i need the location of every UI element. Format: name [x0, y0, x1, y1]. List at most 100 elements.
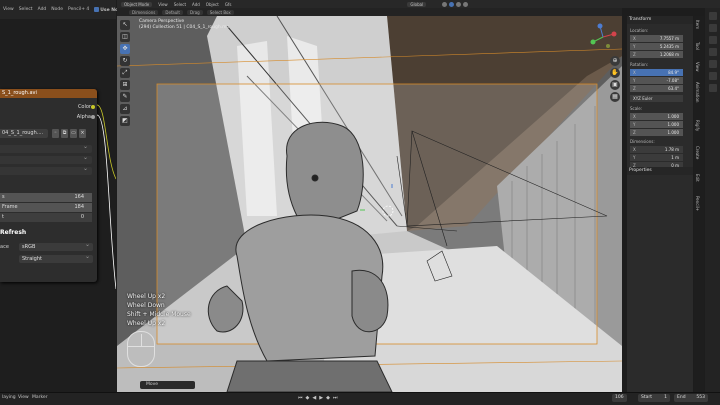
object-props-icon[interactable]	[708, 60, 717, 68]
vp-menu-object[interactable]: Object	[206, 2, 219, 7]
start-frame-field[interactable]: Start 1	[638, 394, 670, 402]
start-frame-field[interactable]: Frame 184	[0, 203, 92, 212]
modifier-props-icon[interactable]	[708, 72, 717, 80]
tab-view[interactable]: View	[695, 62, 700, 72]
location-z-field[interactable]: Z 1.2068 m	[630, 51, 683, 58]
measure-tool-icon[interactable]: ⊿	[120, 104, 130, 114]
scale-y-field[interactable]: Y 1.000	[630, 121, 683, 128]
current-frame-field[interactable]: 106	[612, 394, 627, 402]
properties-panel-header[interactable]: Properties	[627, 167, 693, 175]
mouse-icon	[127, 331, 155, 367]
duplicate-icon[interactable]: ⧉	[61, 129, 68, 138]
mode-selector[interactable]: Object Mode	[121, 1, 153, 7]
rendered-shading-icon[interactable]	[463, 1, 469, 7]
rotation-mode-select[interactable]: XYZ Euler	[630, 95, 683, 102]
node-editor[interactable]: S_1_rough.avi Color Alpha 04_S_1_rough..…	[0, 19, 116, 392]
transform-tool-icon[interactable]: ⊞	[120, 80, 130, 90]
properties-editor-strip	[705, 8, 720, 392]
play-reverse-icon[interactable]: ◀	[312, 395, 316, 401]
rotation-x-field[interactable]: X 84.9°	[630, 69, 683, 76]
select-box-tool-icon[interactable]: ◫	[120, 32, 130, 42]
end-frame-field[interactable]: End 553	[674, 394, 708, 402]
auto-refresh-label[interactable]: Refresh	[0, 229, 26, 236]
alpha-mode-select[interactable]: Straight	[19, 253, 93, 263]
render-props-icon[interactable]	[708, 12, 717, 20]
socket-color[interactable]	[91, 105, 95, 109]
screencast-keys: Wheel Up x2 Wheel Down Shift + Middle Mo…	[127, 293, 191, 327]
dimension-x-field[interactable]: X 1.78 m	[630, 146, 683, 153]
scene-props-icon[interactable]	[708, 36, 717, 44]
menu-pencil-plus[interactable]: Pencil+ 4	[68, 7, 89, 12]
dropdown-3[interactable]	[0, 165, 92, 175]
vp-menu-gfs[interactable]: Gfs	[225, 2, 232, 7]
play-icon[interactable]: ▶	[319, 395, 323, 401]
3d-viewport[interactable]: ↖ ◫ ✥ ↻ ⤢ ⊞ ✎ ⊿ ◩ Camera Perspective (29…	[117, 16, 622, 392]
scale-tool-icon[interactable]: ⤢	[120, 68, 130, 78]
dropdown-1[interactable]	[0, 143, 92, 153]
rotate-tool-icon[interactable]: ↻	[120, 56, 130, 66]
camera-view-icon[interactable]: ▣	[610, 80, 620, 90]
material-shading-icon[interactable]	[456, 1, 462, 7]
solid-shading-icon[interactable]	[449, 1, 455, 7]
rotation-y-field[interactable]: Y -7.08°	[630, 77, 683, 84]
tab-item[interactable]: Item	[695, 20, 700, 29]
zoom-icon[interactable]: ⊕	[610, 56, 620, 66]
timeline-menu-playing[interactable]: laying	[2, 395, 16, 400]
timeline-menu-view[interactable]: View	[18, 395, 29, 400]
tool-dimensions[interactable]: Dimensions	[129, 9, 159, 15]
vp-menu-add[interactable]: Add	[192, 2, 200, 7]
menu-node[interactable]: Node	[51, 7, 63, 12]
timeline-menu-marker[interactable]: Marker	[32, 395, 48, 400]
colorspace-select[interactable]: sRGB	[19, 241, 93, 251]
vp-menu-view[interactable]: View	[158, 2, 168, 7]
menu-add[interactable]: Add	[38, 7, 47, 12]
dropdown-2[interactable]	[0, 154, 92, 164]
tool-settings-bar: Dimensions Default Drag Select Box	[117, 8, 622, 16]
rotation-z-field[interactable]: Z 63.4°	[630, 85, 683, 92]
add-cube-tool-icon[interactable]: ◩	[120, 116, 130, 126]
pan-hand-icon[interactable]: ✋	[610, 68, 620, 78]
menu-view[interactable]: View	[3, 7, 14, 12]
close-icon[interactable]: ×	[79, 129, 86, 138]
movie-clip-node[interactable]: S_1_rough.avi Color Alpha 04_S_1_rough..…	[0, 89, 97, 282]
node-title[interactable]: S_1_rough.avi	[0, 89, 97, 98]
scale-x-field[interactable]: X 1.000	[630, 113, 683, 120]
clip-selector[interactable]: 04_S_1_rough....	[0, 129, 48, 138]
menu-select[interactable]: Select	[19, 7, 33, 12]
wireframe-shading-icon[interactable]	[442, 1, 448, 7]
socket-alpha[interactable]	[91, 115, 95, 119]
shield-icon[interactable]: ◦	[52, 129, 59, 138]
folder-icon[interactable]: ▭	[70, 129, 77, 138]
location-x-field[interactable]: X 7.7557 m	[630, 35, 683, 42]
data-props-icon[interactable]	[708, 84, 717, 92]
prev-key-icon[interactable]: ◆	[306, 395, 310, 401]
world-props-icon[interactable]	[708, 48, 717, 56]
frames-field[interactable]: s 164	[0, 193, 92, 202]
dimension-y-field[interactable]: Y1 m	[630, 154, 683, 161]
annotate-tool-icon[interactable]: ✎	[120, 92, 130, 102]
scale-z-field[interactable]: Z 1.000	[630, 129, 683, 136]
tool-select-box[interactable]: Select Box	[206, 9, 234, 15]
offset-field[interactable]: t0	[0, 213, 92, 222]
tweak-tool-icon[interactable]: ↖	[120, 20, 130, 30]
tab-edit[interactable]: Edit	[695, 174, 700, 182]
output-color: Color	[78, 104, 95, 110]
navigation-gizmo-icon[interactable]	[588, 22, 618, 52]
move-tool-icon[interactable]: ✥	[120, 44, 130, 54]
tool-default[interactable]: Default	[162, 9, 183, 15]
next-key-icon[interactable]: ◆	[326, 395, 330, 401]
grid-view-icon[interactable]: ▦	[610, 92, 620, 102]
tab-pencil-plus[interactable]: Pencil+	[695, 196, 700, 211]
location-y-field[interactable]: Y 5.2435 m	[630, 43, 683, 50]
tab-create[interactable]: Create	[695, 146, 700, 159]
transform-orientation[interactable]: Global	[407, 1, 427, 7]
vp-menu-select[interactable]: Select	[174, 2, 186, 7]
tool-drag[interactable]: Drag	[186, 9, 203, 15]
jump-start-icon[interactable]: ⏮	[298, 395, 303, 401]
tab-rigify[interactable]: Rigify	[695, 120, 700, 131]
transform-panel-header[interactable]: Transform	[627, 16, 693, 24]
jump-end-icon[interactable]: ⏭	[333, 395, 338, 401]
output-props-icon[interactable]	[708, 24, 717, 32]
tab-animation[interactable]: Animation	[695, 82, 700, 102]
tab-tool[interactable]: Tool	[695, 42, 700, 50]
